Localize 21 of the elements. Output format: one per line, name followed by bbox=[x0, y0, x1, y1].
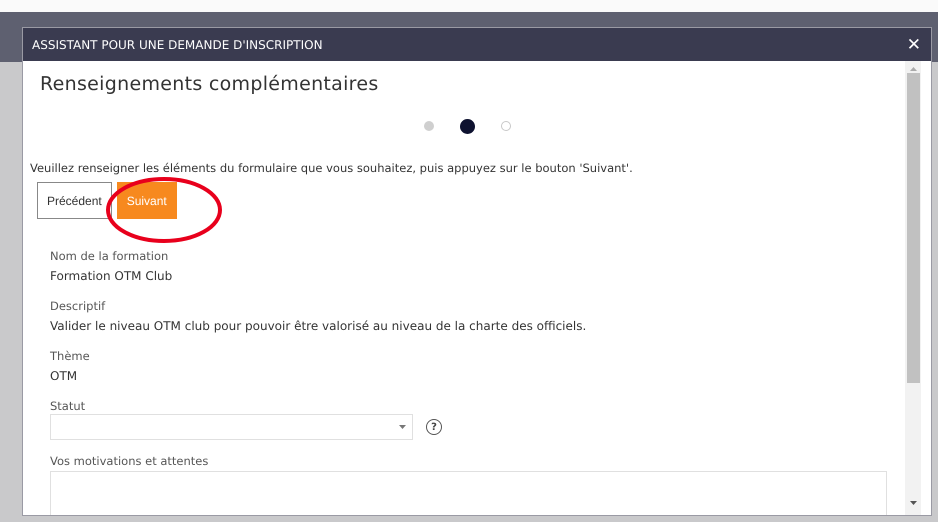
scroll-down-icon[interactable] bbox=[910, 501, 916, 505]
field-label: Thème bbox=[50, 348, 90, 364]
scrollbar[interactable] bbox=[905, 61, 921, 515]
scrollbar-thumb[interactable] bbox=[906, 73, 920, 383]
field-label: Statut bbox=[50, 398, 86, 414]
caret-icon bbox=[399, 425, 406, 429]
field-label: Vos motivations et attentes bbox=[50, 453, 208, 469]
field-value: OTM bbox=[50, 368, 78, 385]
field-value: Valider le niveau OTM club pour pouvoir être valorisé au niveau de la charte des officiels. bbox=[50, 318, 588, 335]
scroll-up-icon[interactable] bbox=[910, 67, 916, 71]
help-icon[interactable]: ? bbox=[426, 419, 442, 435]
dialog-title: ASSISTANT POUR UNE DEMANDE D'INSCRIPTION bbox=[32, 38, 323, 52]
instruction-text: Veuillez renseigner les éléments du formulaire que vous souhaitez, puis appuyez sur le bouton 'Suivant'. bbox=[30, 161, 634, 175]
status-dropdown[interactable] bbox=[50, 414, 413, 440]
section-heading: Renseignements complémentaires bbox=[40, 73, 380, 95]
field-label: Descriptif bbox=[50, 298, 106, 314]
previous-button[interactable]: Précédent bbox=[37, 182, 112, 219]
motivations-textarea[interactable] bbox=[50, 471, 887, 515]
close-button[interactable]: ✕ bbox=[906, 34, 921, 54]
field-value: Formation OTM Club bbox=[50, 268, 174, 285]
field-label: Nom de la formation bbox=[50, 248, 168, 264]
